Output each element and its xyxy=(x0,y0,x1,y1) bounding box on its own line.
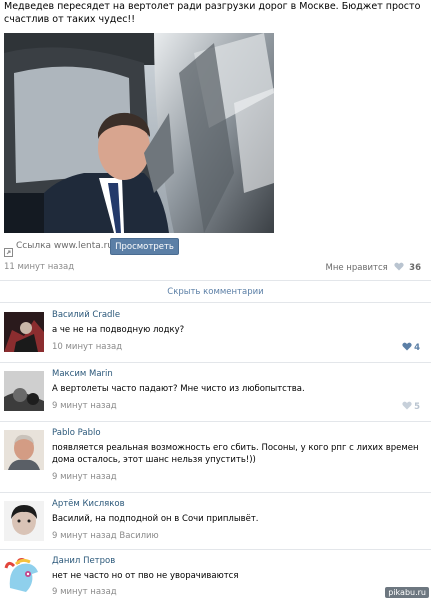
post-photo[interactable] xyxy=(4,33,274,233)
comment-text: Василий, на подподной он в Сочи приплывё… xyxy=(52,514,259,524)
post-text: Медведев пересядет на вертолет ради разг… xyxy=(4,1,421,25)
heart-icon xyxy=(402,342,412,351)
comment-text: а че не на подводную лодку? xyxy=(52,325,185,335)
hide-comments-link[interactable]: Скрыть комментарии xyxy=(0,287,431,297)
avatar[interactable] xyxy=(4,501,44,541)
comment-like[interactable]: 4 xyxy=(402,342,420,353)
divider xyxy=(0,280,431,281)
avatar[interactable] xyxy=(4,430,44,470)
divider xyxy=(0,492,431,493)
comment-author[interactable]: Pablo Pablo xyxy=(52,428,101,438)
comment-like[interactable]: 5 xyxy=(402,401,420,412)
comment-time[interactable]: 9 минут назад xyxy=(52,401,117,411)
watermark: pikabu.ru xyxy=(385,587,429,598)
avatar[interactable] xyxy=(4,312,44,352)
post-meta: 11 минут назад Мне нравится 36 xyxy=(4,262,421,274)
heart-icon xyxy=(402,401,412,410)
comment: Артём Кисляков Василий, на подподной он … xyxy=(0,499,431,549)
heart-icon xyxy=(394,262,405,271)
comment-time[interactable]: 9 минут назад xyxy=(52,587,117,597)
comment-author[interactable]: Артём Кисляков xyxy=(52,499,125,509)
link-row: Ссылка www.lenta.ru Просмотреть xyxy=(4,238,274,257)
like-label: Мне нравится xyxy=(325,263,388,273)
divider xyxy=(0,421,431,422)
like-count: 4 xyxy=(414,343,420,353)
comment: Данил Петров нет не часто но от пво не у… xyxy=(0,556,431,600)
post-time[interactable]: 11 минут назад xyxy=(4,262,74,272)
comment-time[interactable]: 9 минут назад Василию xyxy=(52,531,159,541)
comment-text: появляется реальная возможность его сбит… xyxy=(52,443,419,465)
avatar[interactable] xyxy=(4,558,44,598)
comment: Pablo Pablo появляется реальная возможно… xyxy=(0,428,431,490)
comment-author[interactable]: Василий Cradle xyxy=(52,310,120,320)
comment-time[interactable]: 10 минут назад xyxy=(52,342,122,352)
comment: Максим Marin А вертолеты часто падают? М… xyxy=(0,369,431,419)
divider xyxy=(0,362,431,363)
divider xyxy=(0,302,431,303)
like-count: 36 xyxy=(409,263,421,273)
link-label[interactable]: Ссылка www.lenta.ru xyxy=(16,241,113,251)
comment-text: нет не часто но от пво не уворачиваются xyxy=(52,571,239,581)
divider xyxy=(0,549,431,550)
comment-time[interactable]: 9 минут назад xyxy=(52,472,117,482)
like-count: 5 xyxy=(414,402,420,412)
avatar[interactable] xyxy=(4,371,44,411)
comment-author[interactable]: Максим Marin xyxy=(52,369,113,379)
view-button[interactable]: Просмотреть xyxy=(110,238,179,255)
photo-image xyxy=(4,33,274,233)
link-icon xyxy=(4,242,13,257)
comment: Василий Cradle а че не на подводную лодк… xyxy=(0,310,431,360)
comment-author[interactable]: Данил Петров xyxy=(52,556,115,566)
comment-text: А вертолеты часто падают? Мне чисто из л… xyxy=(52,384,305,394)
post-like[interactable]: Мне нравится 36 xyxy=(325,262,421,273)
